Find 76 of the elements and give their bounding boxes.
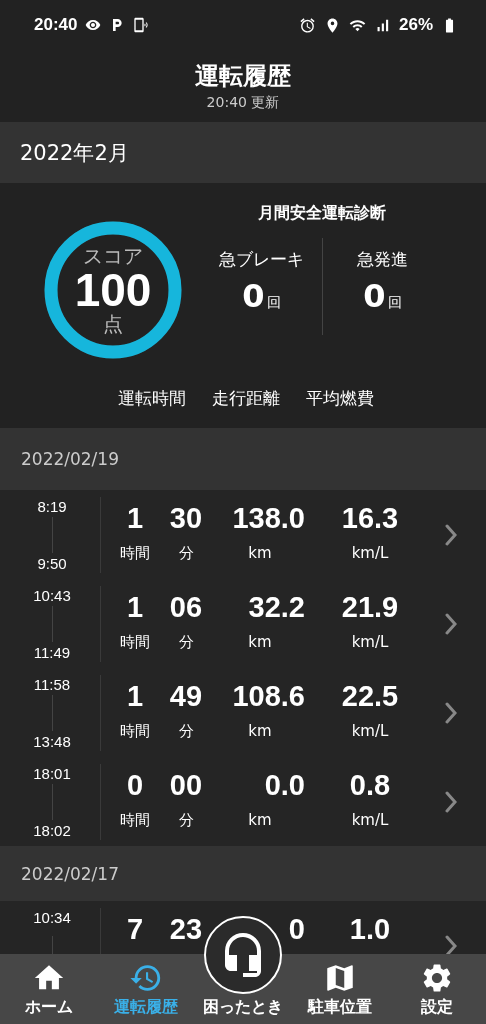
notification-icon — [85, 17, 102, 33]
minutes-value: 23 — [169, 911, 203, 947]
fuel-economy-value: 22.5 — [341, 678, 399, 714]
nav-tab[interactable]: 駐車位置 — [291, 954, 389, 1024]
chevron-right-icon — [445, 790, 457, 813]
date-label: 2022/02/17 — [21, 863, 119, 884]
fuel-economy-value: 21.9 — [341, 589, 399, 625]
nav-tab[interactable]: 運転履歴 — [97, 954, 195, 1024]
minutes-unit: 分 — [178, 721, 194, 741]
fuel-economy-unit: km/L — [351, 632, 389, 651]
distance-value: 32.2 — [248, 589, 305, 625]
score-label: スコア — [83, 245, 143, 266]
hours-value: 0 — [126, 767, 144, 803]
chevron-right-icon — [445, 701, 457, 724]
fuel-economy-unit: km/L — [351, 543, 389, 562]
minutes-value: 49 — [169, 678, 203, 714]
fuel-economy-unit: km/L — [351, 810, 389, 829]
chevron-right-icon — [445, 612, 457, 635]
end-time: 11:49 — [33, 643, 71, 661]
fuel-economy-value: 16.3 — [341, 500, 399, 536]
distance-value: 0.0 — [264, 767, 305, 803]
distance-value: 108.6 — [232, 678, 305, 714]
start-time: 18:01 — [33, 764, 71, 782]
alarm-icon — [298, 16, 316, 34]
distance-unit: km — [248, 721, 272, 740]
column-heading: 平均燃費 — [306, 387, 374, 410]
fuel-economy-value: 0.8 — [349, 767, 391, 803]
date-label: 2022/02/19 — [21, 449, 119, 469]
column-heading: 走行距離 — [212, 387, 280, 410]
score-unit: 点 — [103, 314, 123, 335]
distance-unit: km — [248, 543, 272, 562]
minutes-unit: 分 — [178, 632, 194, 652]
nav-tab[interactable]: 困ったとき — [194, 994, 292, 1024]
minutes-value: 00 — [169, 767, 203, 803]
score-value: 100 — [74, 265, 152, 315]
hours-value: 1 — [126, 678, 144, 714]
nav-tab[interactable]: 設定 — [388, 954, 486, 1024]
battery-percent: 26% — [398, 15, 433, 35]
end-time: 18:02 — [33, 821, 71, 839]
distance-unit: km — [248, 632, 272, 651]
hours-unit: 時間 — [120, 721, 150, 741]
counter-label: 急ブレーキ — [219, 248, 304, 271]
end-time: 9:50 — [37, 554, 67, 572]
start-time: 8:19 — [37, 497, 67, 515]
page-title: 運転履歴 — [195, 61, 291, 92]
counter-label: 急発進 — [357, 248, 408, 271]
fuel-economy-value: 1.0 — [349, 911, 391, 947]
column-heading: 運転時間 — [118, 387, 186, 410]
end-time: 13:48 — [33, 732, 71, 750]
counter-value: 0 回 — [363, 277, 402, 315]
month-label: 2022年2月 — [20, 139, 129, 167]
distance-value: 0 — [288, 911, 305, 947]
minutes-unit: 分 — [178, 543, 194, 563]
hours-value: 1 — [126, 500, 144, 536]
hours-unit: 時間 — [120, 810, 150, 830]
hours-unit: 時間 — [120, 632, 150, 652]
fuel-economy-unit: km/L — [351, 721, 389, 740]
distance-value: 138.0 — [232, 500, 305, 536]
chevron-right-icon — [445, 523, 457, 546]
start-time: 11:58 — [33, 675, 71, 693]
counter-value: 0 回 — [242, 277, 281, 315]
hours-value: 7 — [126, 911, 144, 947]
notification-icon — [133, 17, 150, 33]
chevron-right-icon — [445, 934, 457, 954]
diagnosis-title: 月間安全運転診断 — [258, 203, 386, 224]
start-time: 10:34 — [33, 908, 71, 926]
hours-unit: 時間 — [120, 543, 150, 563]
minutes-value: 06 — [169, 589, 203, 625]
updated-time: 20:40 更新 — [206, 94, 280, 112]
start-time: 10:43 — [33, 586, 71, 604]
minutes-value: 30 — [169, 500, 203, 536]
minutes-unit: 分 — [178, 810, 194, 830]
hours-value: 1 — [126, 589, 144, 625]
nav-tab[interactable]: ホーム — [0, 954, 98, 1024]
clock-time: 20:40 — [34, 15, 78, 35]
distance-unit: km — [248, 810, 272, 829]
